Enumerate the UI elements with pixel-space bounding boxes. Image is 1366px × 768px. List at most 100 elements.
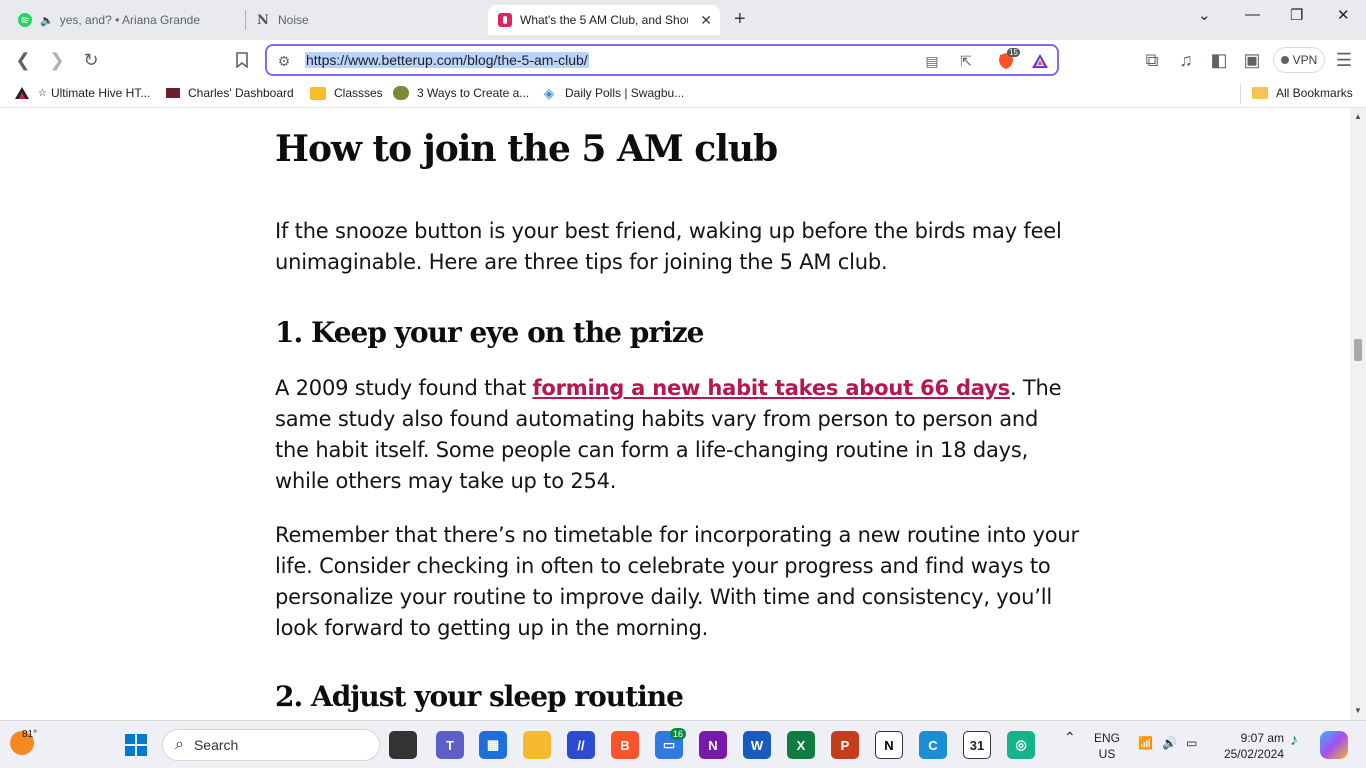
scroll-down-icon[interactable]: ▼ [1354, 706, 1362, 715]
timer-app-icon[interactable]: ◎ [1007, 731, 1035, 759]
section1-text-pre: A 2009 study found that [275, 376, 533, 400]
brave-icon[interactable]: B [611, 731, 639, 759]
file-explorer-icon[interactable] [523, 731, 551, 759]
spotify-icon [18, 13, 32, 27]
tab-title: Noise [278, 13, 309, 27]
bookmark-icon[interactable] [230, 48, 254, 72]
hive-logo-icon [14, 86, 30, 100]
bookmark-charles-dashboard[interactable]: Charles' Dashboard [166, 86, 294, 100]
scrollbar-thumb[interactable] [1354, 339, 1362, 361]
clock-date: 25/02/2024 [1223, 747, 1284, 761]
wifi-icon[interactable]: 📶 [1138, 735, 1153, 751]
vpn-status-icon [1280, 56, 1289, 64]
weather-temp: 81° [22, 729, 38, 740]
folder-icon [1252, 87, 1268, 99]
tab-strip: 🔈 yes, and? • Ariana Grande N Noise What… [0, 0, 1366, 40]
tab-noise[interactable]: N Noise [256, 5, 480, 35]
tab-title: What's the 5 AM Club, and Shou [520, 13, 688, 27]
notion-icon[interactable]: N [875, 731, 903, 759]
close-icon[interactable]: ✕ [700, 12, 712, 29]
speaker-icon[interactable]: 🔈 [40, 14, 54, 27]
media-icon[interactable]: ♫ [1174, 48, 1198, 72]
word-icon[interactable]: W [743, 731, 771, 759]
onenote-icon[interactable]: N [699, 731, 727, 759]
excel-icon[interactable]: X [787, 731, 815, 759]
bookmark-daily-polls[interactable]: ◈ Daily Polls | Swagbu... [541, 84, 685, 101]
tray-overflow-icon[interactable]: ⌃ [1064, 729, 1076, 745]
volume-icon[interactable]: 🔊 [1162, 735, 1177, 751]
dashboard-icon [166, 88, 180, 98]
habit-study-link[interactable]: forming a new habit takes about 66 days [532, 376, 1010, 400]
bookmarks-divider [1240, 84, 1241, 104]
notion-n-icon: N [257, 12, 269, 28]
browser-toolbar: ❮ ❯ ↻ ⚙ https://www.betterup.com/blog/th… [0, 40, 1366, 80]
classroom-icon [310, 86, 326, 100]
minimize-icon[interactable]: — [1245, 6, 1260, 23]
teams-icon[interactable]: T [436, 731, 464, 759]
windows-start-icon[interactable] [122, 731, 150, 759]
address-bar[interactable]: ⚙ https://www.betterup.com/blog/the-5-am… [265, 44, 1059, 76]
reader-mode-icon[interactable]: ▤ [923, 52, 941, 70]
language-top: ENG [1094, 731, 1121, 745]
bell-icon[interactable]: ♪ [1290, 733, 1298, 749]
store-icon[interactable]: ▦ [479, 731, 507, 759]
task-view-icon[interactable] [389, 731, 417, 759]
video-icon [393, 86, 409, 100]
tab-title: yes, and? • Ariana Grande [59, 13, 200, 27]
taskbar: 81° ⌕ Search T ▦ // B ▭ 16 N W X P N C 3… [0, 720, 1366, 768]
language-indicator[interactable]: ENG US [1094, 730, 1120, 762]
bookmark-3-ways[interactable]: 3 Ways to Create a... [393, 86, 529, 100]
bookmark-label: Ultimate Hive HT... [50, 86, 151, 100]
tab-betterup-active[interactable]: What's the 5 AM Club, and Shou ✕ [488, 5, 720, 35]
swagbucks-icon: ◈ [543, 84, 555, 101]
taskbar-search[interactable]: ⌕ Search [162, 729, 380, 761]
notification-badge: 16 [670, 728, 687, 740]
main-heading: How to join the 5 AM club [275, 128, 778, 170]
app-icon[interactable]: // [567, 731, 595, 759]
site-settings-icon[interactable]: ⚙ [275, 52, 293, 70]
clock[interactable]: 9:07 am 25/02/2024 [1216, 730, 1284, 762]
new-tab-icon[interactable]: + [734, 8, 746, 31]
share-icon[interactable]: ⇱ [957, 52, 975, 70]
battery-icon[interactable]: ▭ [1186, 735, 1197, 751]
section2-heading: 2. Adjust your sleep routine [275, 680, 684, 713]
all-bookmarks-button[interactable]: All Bookmarks [1252, 86, 1353, 100]
window-close-icon[interactable]: ✕ [1337, 6, 1350, 24]
calendar-icon[interactable]: 31 [963, 731, 991, 759]
section1-paragraph-2: Remember that there’s no timetable for i… [275, 523, 1079, 640]
intro-paragraph: If the snooze button is your best friend… [275, 219, 1062, 274]
reload-icon[interactable]: ↻ [79, 48, 103, 72]
tab-search-chevron-icon[interactable]: ⌄ [1198, 6, 1211, 24]
bookmark-label: 3 Ways to Create a... [417, 86, 530, 100]
clickup-icon[interactable]: C [919, 731, 947, 759]
tab-spotify[interactable]: 🔈 yes, and? • Ariana Grande [18, 5, 242, 35]
sidebar-icon[interactable]: ◧ [1207, 48, 1231, 72]
scroll-up-icon[interactable]: ▲ [1354, 112, 1362, 121]
back-icon[interactable]: ❮ [11, 48, 35, 72]
bookmark-ultimate-hive[interactable]: ☆ Ultimate Hive HT... [14, 86, 150, 100]
bookmark-label: Charles' Dashboard [188, 86, 294, 100]
restore-icon[interactable]: ❐ [1290, 6, 1303, 24]
wallet-icon[interactable]: ▣ [1240, 48, 1264, 72]
bookmarks-bar: ☆ Ultimate Hive HT... Charles' Dashboard… [0, 80, 1366, 108]
section1-paragraph: A 2009 study found that forming a new ha… [275, 373, 1075, 497]
extensions-icon[interactable]: ⧉ [1140, 48, 1164, 72]
page-scrollbar[interactable]: ▲ ▼ [1350, 108, 1366, 720]
page-content: How to join the 5 AM club If the snooze … [0, 108, 1350, 720]
shield-count-badge: 15 [1007, 48, 1020, 57]
bookmark-classses[interactable]: Classses [310, 86, 383, 100]
menu-icon[interactable]: ☰ [1332, 48, 1356, 72]
star-icon: ☆ [38, 87, 47, 99]
copilot-icon[interactable] [1320, 731, 1348, 759]
url-text[interactable]: https://www.betterup.com/blog/the-5-am-c… [305, 52, 589, 68]
forward-icon[interactable]: ❯ [45, 48, 69, 72]
search-icon: ⌕ [175, 736, 184, 753]
bookmark-label: All Bookmarks [1276, 86, 1353, 100]
bookmark-label: Classses [334, 86, 383, 100]
clock-time: 9:07 am [1240, 731, 1284, 745]
vpn-label: VPN [1292, 53, 1318, 67]
vpn-button[interactable]: VPN [1273, 47, 1325, 73]
powerpoint-icon[interactable]: P [831, 731, 859, 759]
bookmark-label: Daily Polls | Swagbu... [565, 86, 685, 100]
brave-rewards-icon[interactable] [1031, 52, 1049, 70]
